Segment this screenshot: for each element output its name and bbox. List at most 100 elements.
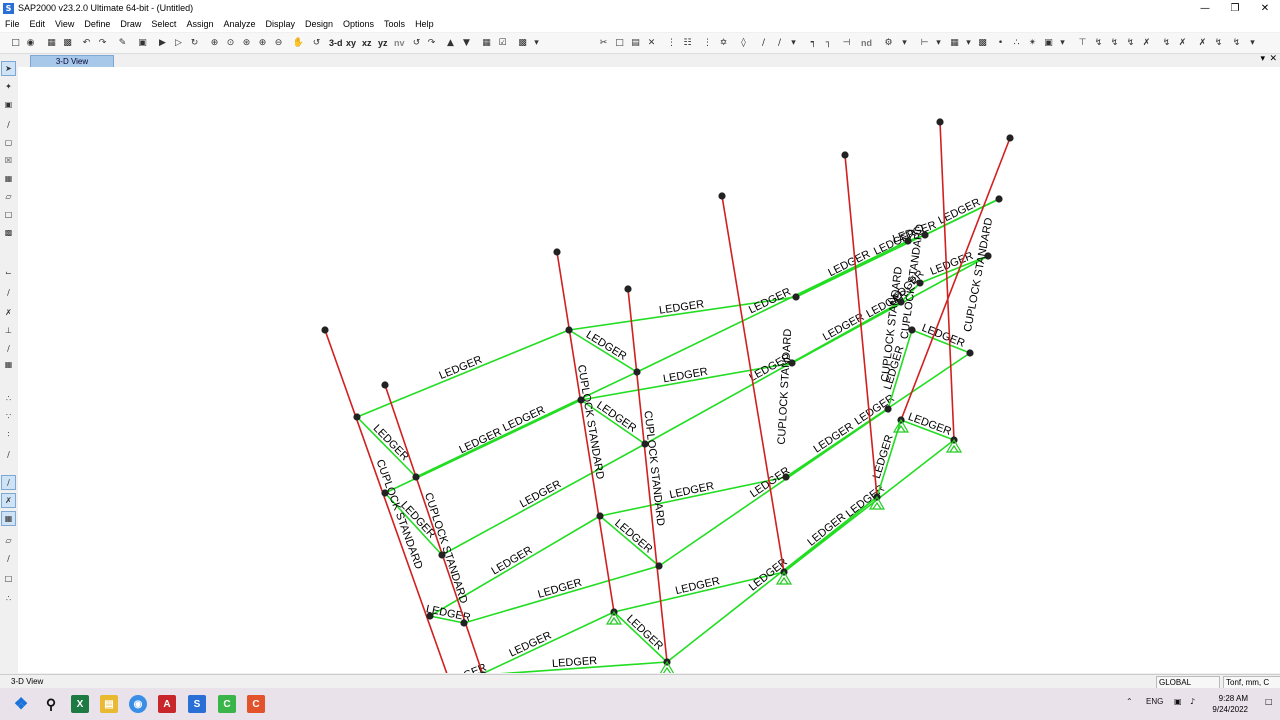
joint-node[interactable] [904, 237, 912, 245]
dropdown-arrow-icon-4[interactable]: ▾ [932, 36, 945, 49]
joint-node[interactable] [936, 118, 944, 126]
draw-poly-area-icon[interactable]: ▱ [2, 190, 15, 203]
move-icon[interactable]: ✡ [717, 36, 730, 49]
view-xy-button[interactable]: xy [346, 36, 356, 49]
menu-options[interactable]: Options [338, 16, 379, 32]
snap-points-icon[interactable]: ⌙ [2, 266, 15, 279]
windows-start-icon[interactable]: ❖ [12, 695, 30, 713]
rotate-icon[interactable]: ↺ [310, 36, 323, 49]
joint-node[interactable] [782, 473, 790, 481]
print-icon[interactable]: ▩ [61, 36, 74, 49]
select-frames-icon[interactable]: ∴ [1010, 36, 1023, 49]
zoom-restore-icon[interactable]: ⊙ [224, 36, 237, 49]
language-indicator[interactable]: ENG [1146, 697, 1163, 706]
deformed-shape-icon[interactable]: ↯ [1160, 36, 1173, 49]
save-icon[interactable]: ▦ [45, 36, 58, 49]
menu-draw[interactable]: Draw [115, 16, 146, 32]
get-previous-icon[interactable]: □ [2, 572, 15, 585]
joint-node[interactable] [426, 612, 434, 620]
show-shadow-icon[interactable]: ▩ [516, 36, 529, 49]
joint-node[interactable] [788, 359, 796, 367]
draw-tendon-icon[interactable]: ⊣ [840, 36, 853, 49]
snap-midpoint-icon[interactable]: ∕ [1, 475, 16, 490]
ledger-member[interactable] [441, 443, 646, 556]
joint-node[interactable] [460, 619, 468, 627]
dropdown-arrow-icon-3[interactable]: ▾ [898, 36, 911, 49]
perspective-icon[interactable]: ↷ [425, 36, 438, 49]
joint-node[interactable] [1006, 134, 1014, 142]
joint-node[interactable] [921, 231, 929, 239]
replicate-icon[interactable]: ⋮ [665, 36, 678, 49]
undo-icon[interactable]: ↶ [80, 36, 93, 49]
dropdown-arrow-icon-2[interactable]: ▾ [787, 36, 800, 49]
menu-help[interactable]: Help [410, 16, 439, 32]
run-analysis-icon[interactable]: ▶ [156, 36, 169, 49]
joint-node[interactable] [792, 293, 800, 301]
joint-node[interactable] [655, 562, 663, 570]
frame-section-icon[interactable]: ↯ [1108, 36, 1121, 49]
dropdown-arrow-icon-7[interactable]: ▾ [1246, 36, 1259, 49]
snap-ends-icon[interactable]: ∕ [2, 286, 15, 299]
pencil-icon[interactable]: ✎ [116, 36, 129, 49]
open-icon[interactable]: ◉ [24, 36, 37, 49]
menu-select[interactable]: Select [146, 16, 181, 32]
joint-node[interactable] [916, 279, 924, 287]
design-check-icon[interactable]: ↯ [1230, 36, 1243, 49]
joint-node[interactable] [353, 413, 361, 421]
reshape-icon[interactable]: ✦ [2, 80, 15, 93]
joint-node[interactable] [553, 248, 561, 256]
joint-node[interactable] [624, 285, 632, 293]
extrude-icon[interactable]: ▩ [976, 36, 989, 49]
ledger-member[interactable] [356, 329, 570, 418]
close-view-icon[interactable]: ✕ [1269, 54, 1277, 64]
joint-node[interactable] [884, 405, 892, 413]
run-step-icon[interactable]: ▷ [172, 36, 185, 49]
dropdown-arrow-icon-5[interactable]: ▾ [962, 36, 975, 49]
joint-node[interactable] [381, 381, 389, 389]
object-shrink-icon[interactable]: ▦ [480, 36, 493, 49]
zoom-full-icon[interactable]: ⊛ [240, 36, 253, 49]
zoom-window-icon[interactable]: ⊕ [208, 36, 221, 49]
link-icon[interactable]: ∕ [757, 36, 770, 49]
previous-select-icon[interactable]: ∵ [2, 410, 15, 423]
clear-select-icon[interactable]: ∶ [2, 428, 15, 441]
ledger-member[interactable] [783, 496, 878, 573]
force-diagram-icon[interactable]: ✗ [1176, 36, 1189, 49]
snap-grid-icon[interactable]: ▦ [2, 358, 15, 371]
move-down-icon[interactable]: ▼ [460, 36, 473, 49]
copy-icon[interactable]: □ [613, 36, 626, 49]
notification-icon[interactable]: □ [1265, 697, 1273, 706]
draw-line-icon[interactable]: ∕ [2, 118, 15, 131]
menu-define[interactable]: Define [79, 16, 115, 32]
joint-node[interactable] [841, 151, 849, 159]
moment-diagram-icon[interactable]: ↯ [1212, 36, 1225, 49]
intersect-select-icon[interactable]: ∕ [2, 448, 15, 461]
snap-perp-icon[interactable]: ⊥ [2, 324, 15, 337]
window-list-icon[interactable]: ▾ [1260, 54, 1265, 64]
menu-assign[interactable]: Assign [181, 16, 218, 32]
select-line-icon[interactable]: ∕ [2, 552, 15, 565]
joint-node[interactable] [438, 551, 446, 559]
clock[interactable]: 9:28 AM 9/24/2022 [1212, 693, 1248, 715]
maximize-button[interactable]: ❐ [1220, 0, 1250, 16]
lock-icon[interactable]: ▣ [136, 36, 149, 49]
sap2000-taskbar-icon[interactable]: S [188, 695, 206, 713]
menu-display[interactable]: Display [260, 16, 300, 32]
file-explorer-icon[interactable]: ▤ [100, 695, 118, 713]
draw-grid-icon[interactable]: ▦ [2, 172, 15, 185]
etabs-icon[interactable]: C [247, 695, 265, 713]
view-nv-button[interactable]: nv [394, 36, 405, 49]
select-all-left-icon[interactable]: ∴ [2, 392, 15, 405]
joint-node[interactable] [995, 195, 1003, 203]
joint-restraint-icon[interactable]: ⊤ [1076, 36, 1089, 49]
excel-icon[interactable]: X [71, 695, 89, 713]
refresh-view-icon[interactable]: ↻ [188, 36, 201, 49]
joint-node[interactable] [908, 326, 916, 334]
align-icon[interactable]: ⋮ [701, 36, 714, 49]
stress-diagram-icon[interactable]: ✗ [1196, 36, 1209, 49]
joint-node[interactable] [577, 396, 585, 404]
move-up-icon[interactable]: ▲ [444, 36, 457, 49]
dimension-icon[interactable]: ⚙ [882, 36, 895, 49]
joint-node[interactable] [565, 326, 573, 334]
csi-app-icon[interactable]: C [218, 695, 236, 713]
